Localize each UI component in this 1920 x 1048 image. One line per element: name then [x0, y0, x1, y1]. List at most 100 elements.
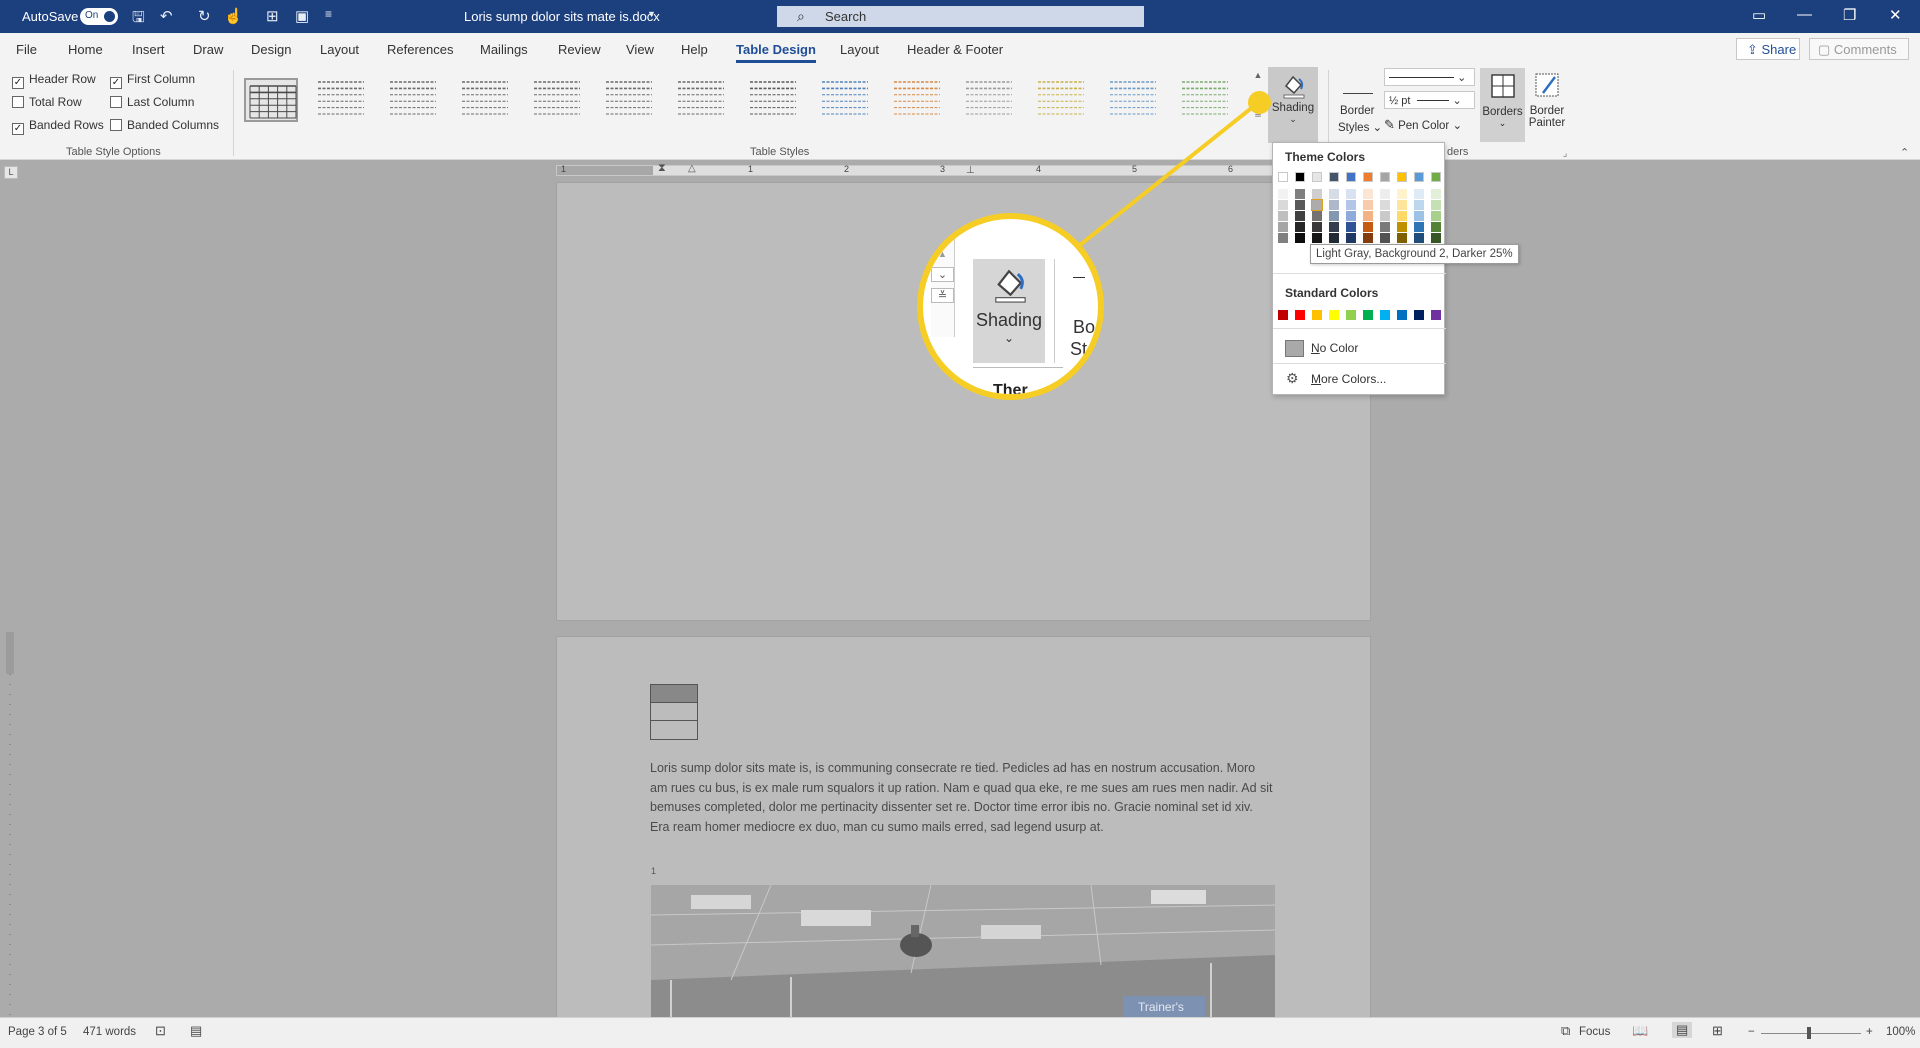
theme-shade-swatch[interactable]: [1363, 200, 1373, 210]
standard-color-swatch[interactable]: [1397, 310, 1407, 320]
zoom-in-icon[interactable]: +: [1866, 1026, 1873, 1038]
theme-shade-swatch[interactable]: [1397, 189, 1407, 199]
zoom-slider-thumb[interactable]: [1807, 1027, 1811, 1039]
borders-button[interactable]: Borders ⌄: [1480, 68, 1525, 142]
theme-shade-swatch[interactable]: [1312, 233, 1322, 243]
theme-shade-swatch[interactable]: [1346, 189, 1356, 199]
theme-shade-swatch[interactable]: [1414, 233, 1424, 243]
touch-mode-icon[interactable]: ☝: [224, 7, 243, 25]
body-paragraph[interactable]: Loris sump dolor sits mate is, is commun…: [650, 759, 1275, 837]
table-style-thumbnail[interactable]: [892, 78, 946, 122]
theme-shade-swatch[interactable]: [1397, 222, 1407, 232]
tab-table-layout[interactable]: Layout: [840, 42, 879, 57]
theme-shade-swatch[interactable]: [1278, 211, 1288, 221]
checkbox-header-row[interactable]: ✓: [12, 77, 24, 89]
theme-shade-swatch[interactable]: [1295, 200, 1305, 210]
border-styles-icon[interactable]: [1343, 72, 1373, 94]
table-style-thumbnail[interactable]: [316, 78, 370, 122]
theme-shade-swatch[interactable]: [1363, 189, 1373, 199]
standard-color-swatch[interactable]: [1363, 310, 1373, 320]
theme-shade-swatch[interactable]: [1278, 189, 1288, 199]
theme-shade-swatch[interactable]: [1329, 211, 1339, 221]
option-banded-columns[interactable]: Banded Columns: [110, 118, 219, 132]
theme-shade-swatch[interactable]: [1414, 189, 1424, 199]
tab-table-design[interactable]: Table Design: [736, 42, 816, 63]
theme-shade-swatch[interactable]: [1414, 222, 1424, 232]
redo-icon[interactable]: ↻: [198, 7, 211, 25]
border-styles-button[interactable]: Styles ⌄: [1338, 120, 1382, 134]
theme-shade-swatch[interactable]: [1295, 222, 1305, 232]
close-icon[interactable]: ✕: [1889, 6, 1902, 24]
customize-qat-icon[interactable]: ≡: [325, 7, 332, 21]
document-table[interactable]: [650, 684, 698, 740]
table-style-thumbnail[interactable]: [388, 78, 442, 122]
ribbon-display-options-icon[interactable]: ▭: [1752, 6, 1766, 24]
table-row[interactable]: [651, 685, 697, 703]
zoom-slider[interactable]: [1761, 1033, 1861, 1034]
theme-color-swatch[interactable]: [1329, 172, 1339, 182]
table-style-thumbnail[interactable]: [604, 78, 658, 122]
theme-shade-swatch[interactable]: [1329, 222, 1339, 232]
theme-shade-swatch[interactable]: [1295, 233, 1305, 243]
theme-color-swatch[interactable]: [1363, 172, 1373, 182]
theme-color-swatch[interactable]: [1312, 172, 1322, 182]
table-style-thumbnail[interactable]: [532, 78, 586, 122]
theme-shade-swatch[interactable]: [1431, 233, 1441, 243]
theme-shade-swatch[interactable]: [1329, 233, 1339, 243]
table-style-thumbnail[interactable]: [964, 78, 1018, 122]
checkbox-last-column[interactable]: [110, 96, 122, 108]
table-style-thumbnail[interactable]: [1036, 78, 1090, 122]
tab-stop-icon[interactable]: ⊥: [966, 165, 975, 176]
theme-shade-swatch[interactable]: [1380, 222, 1390, 232]
theme-color-swatch[interactable]: [1295, 172, 1305, 182]
tab-home[interactable]: Home: [68, 42, 103, 57]
theme-shade-swatch[interactable]: [1295, 189, 1305, 199]
theme-shade-swatch[interactable]: [1329, 200, 1339, 210]
theme-shade-swatch[interactable]: [1431, 200, 1441, 210]
tab-help[interactable]: Help: [681, 42, 708, 57]
theme-shade-swatch[interactable]: [1397, 233, 1407, 243]
tab-file[interactable]: File: [16, 42, 37, 57]
zoom-out-icon[interactable]: −: [1748, 1026, 1755, 1038]
theme-shade-swatch-hovered[interactable]: [1311, 199, 1323, 211]
tab-design[interactable]: Design: [251, 42, 291, 57]
pen-color-button[interactable]: ✎ Pen Color ⌄: [1384, 117, 1462, 133]
checkbox-total-row[interactable]: [12, 96, 24, 108]
tab-mailings[interactable]: Mailings: [480, 42, 528, 57]
focus-label[interactable]: Focus: [1579, 1026, 1610, 1038]
theme-shade-swatch[interactable]: [1431, 222, 1441, 232]
no-color-swatch[interactable]: [1285, 340, 1304, 357]
indent-marker-icon[interactable]: ⧗: [658, 162, 666, 175]
theme-shade-swatch[interactable]: [1295, 211, 1305, 221]
form-icon[interactable]: ▣: [295, 7, 309, 25]
tab-view[interactable]: View: [626, 42, 654, 57]
standard-color-swatch[interactable]: [1278, 310, 1288, 320]
option-banded-rows[interactable]: ✓ Banded Rows: [12, 118, 104, 135]
table-style-thumbnail[interactable]: [1108, 78, 1162, 122]
standard-color-swatch[interactable]: [1414, 310, 1424, 320]
checkbox-first-column[interactable]: ✓: [110, 77, 122, 89]
hanging-indent-icon[interactable]: △: [688, 163, 696, 174]
theme-shade-swatch[interactable]: [1431, 211, 1441, 221]
standard-color-swatch[interactable]: [1329, 310, 1339, 320]
tab-insert[interactable]: Insert: [132, 42, 165, 57]
theme-shade-swatch[interactable]: [1414, 211, 1424, 221]
standard-color-swatch[interactable]: [1295, 310, 1305, 320]
organization-chart-icon[interactable]: ⊞: [266, 7, 279, 25]
table-style-thumbnail[interactable]: [820, 78, 874, 122]
theme-shade-swatch[interactable]: [1312, 222, 1322, 232]
autosave-toggle[interactable]: On: [80, 8, 118, 25]
theme-color-swatch[interactable]: [1414, 172, 1424, 182]
share-button[interactable]: ⇪ Share: [1736, 38, 1800, 60]
tab-layout[interactable]: Layout: [320, 42, 359, 57]
tab-selector-icon[interactable]: L: [4, 166, 18, 179]
document-title[interactable]: Loris sump dolor sits mate is.docx: [464, 9, 660, 24]
theme-shade-swatch[interactable]: [1329, 189, 1339, 199]
search-box[interactable]: ⌕ Search: [777, 6, 1144, 27]
theme-shade-swatch[interactable]: [1380, 211, 1390, 221]
horizontal-ruler[interactable]: 1 1 2 3 4 5 6 ⧗ △ ⊥: [556, 162, 1371, 176]
restore-icon[interactable]: ❐: [1843, 6, 1856, 24]
theme-shade-swatch[interactable]: [1431, 189, 1441, 199]
table-style-thumbnail[interactable]: [460, 78, 514, 122]
standard-color-swatch[interactable]: [1312, 310, 1322, 320]
